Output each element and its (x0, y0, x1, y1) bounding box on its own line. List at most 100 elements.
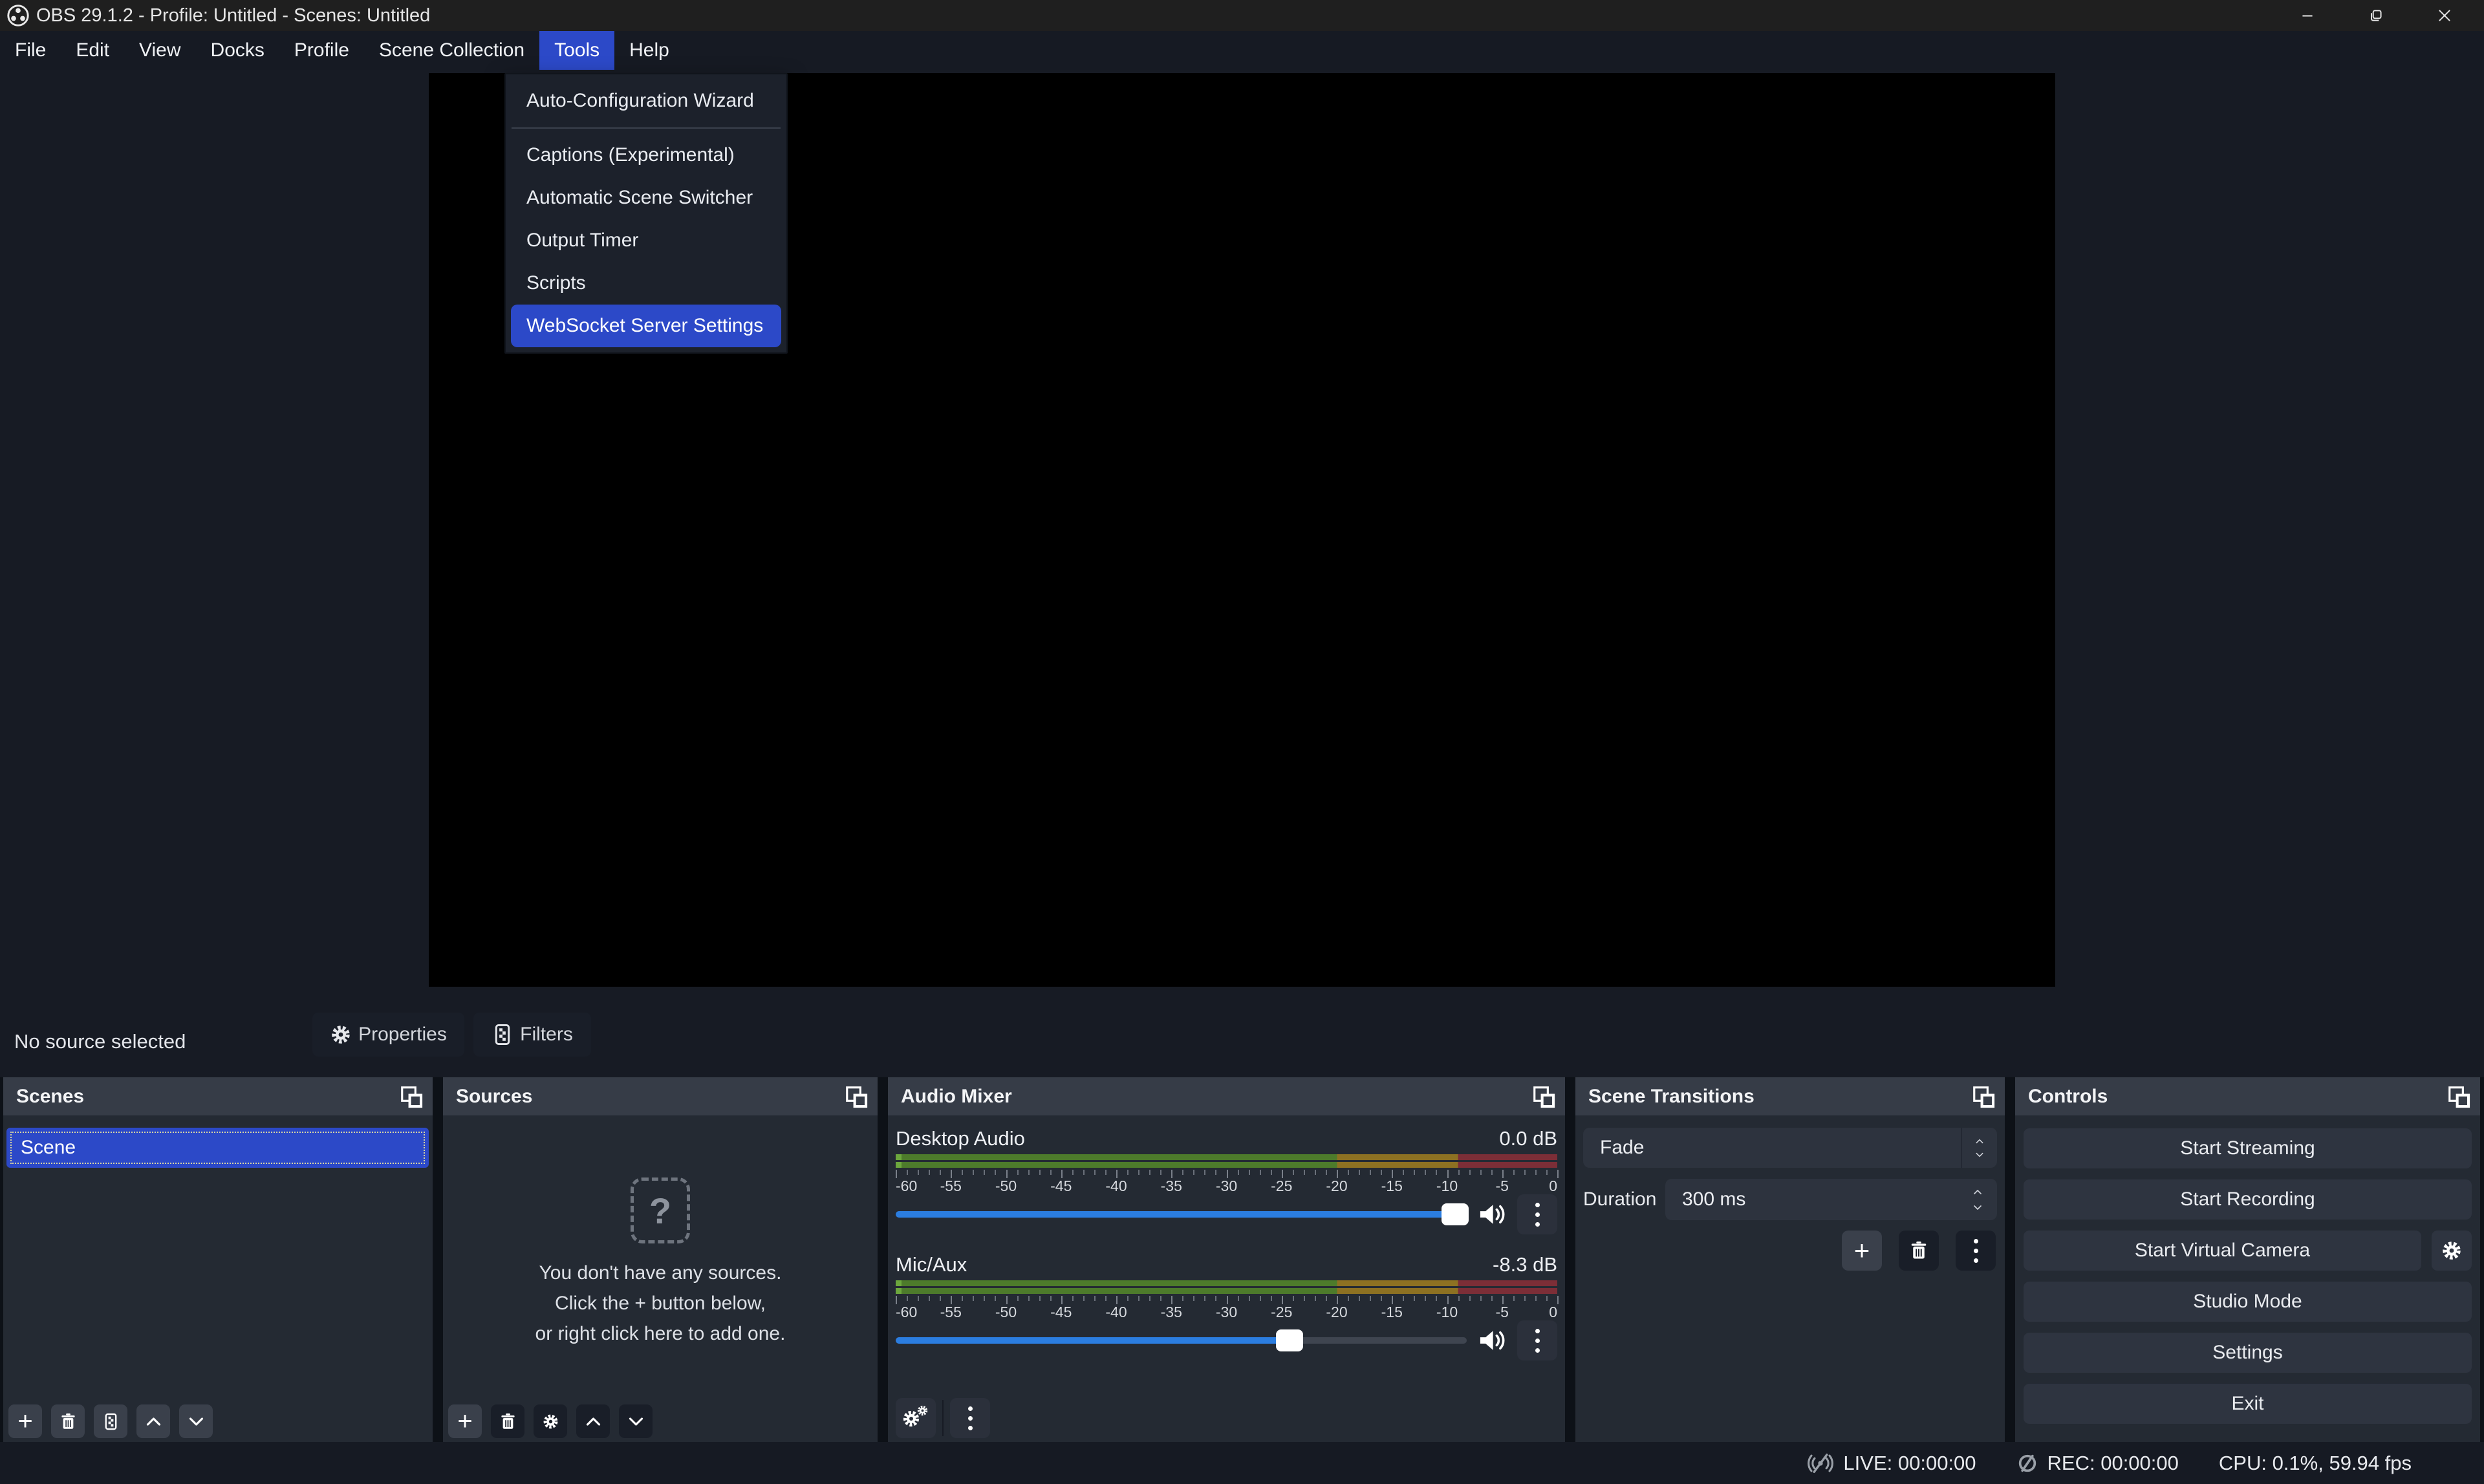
virtual-camera-settings-button[interactable] (2432, 1231, 2472, 1271)
exit-button[interactable]: Exit (2024, 1384, 2472, 1424)
plus-icon: + (17, 1408, 32, 1434)
move-scene-down-button[interactable] (179, 1404, 213, 1438)
menubar: FileEditViewDocksProfileScene Collection… (0, 31, 2484, 70)
popout-icon[interactable] (844, 1084, 869, 1109)
menubar-item-scene-collection[interactable]: Scene Collection (364, 31, 539, 70)
meter-scale: -60-55-50-45-40-35-30-25-20-15-10-50 (896, 1296, 1557, 1320)
mixer-options-button[interactable] (950, 1398, 990, 1438)
transition-selected-value: Fade (1583, 1137, 1961, 1159)
filters-button[interactable]: Filters (473, 1013, 591, 1057)
scenes-list: Scene + (3, 1115, 433, 1442)
add-transition-button[interactable]: + (1842, 1231, 1882, 1271)
spin-up-icon[interactable] (1970, 1187, 1985, 1197)
sources-empty-line: You don't have any sources. (443, 1258, 878, 1288)
menu-item-websocket-server-settings[interactable]: WebSocket Server Settings (511, 305, 781, 347)
question-mark-icon: ? (631, 1178, 690, 1243)
channel-options-button[interactable] (1517, 1194, 1557, 1234)
live-inactive-icon (1807, 1452, 1834, 1475)
sources-empty-line: or right click here to add one. (443, 1318, 878, 1349)
speaker-icon[interactable] (1477, 1201, 1507, 1227)
volume-slider[interactable] (896, 1322, 1467, 1359)
menu-item-auto-configuration-wizard[interactable]: Auto-Configuration Wizard (511, 80, 781, 122)
popout-icon[interactable] (2446, 1084, 2471, 1109)
channel-options-button[interactable] (1517, 1320, 1557, 1360)
cpu-fps-stats: CPU: 0.1%, 59.94 fps (2219, 1452, 2412, 1475)
mixer-channel-desktop-audio: Desktop Audio 0.0 dB -60-55-50-45-40-35-… (896, 1124, 1557, 1233)
move-scene-up-button[interactable] (136, 1404, 170, 1438)
start-virtual-camera-button[interactable]: Start Virtual Camera (2024, 1231, 2421, 1271)
popout-icon[interactable] (1531, 1084, 1556, 1109)
menubar-item-docks[interactable]: Docks (196, 31, 279, 70)
window-title: OBS 29.1.2 - Profile: Untitled - Scenes:… (36, 5, 430, 27)
controls-body: Start Streaming Start Recording Start Vi… (2015, 1115, 2480, 1442)
rec-inactive-icon (2016, 1452, 2038, 1474)
menu-separator (512, 127, 781, 129)
sources-empty-line: Click the + button below, (443, 1288, 878, 1318)
properties-button[interactable]: Properties (312, 1013, 464, 1057)
channel-name: Mic/Aux (896, 1253, 967, 1276)
menu-item-output-timer[interactable]: Output Timer (511, 219, 781, 262)
controls-panel: Controls Start Streaming Start Recording… (2015, 1077, 2480, 1442)
chevron-down-icon (188, 1413, 205, 1430)
speaker-icon[interactable] (1477, 1328, 1507, 1353)
remove-scene-button[interactable] (51, 1404, 85, 1438)
start-streaming-button[interactable]: Start Streaming (2024, 1128, 2472, 1168)
gear-icon (330, 1024, 352, 1046)
move-source-down-button (619, 1404, 653, 1438)
menubar-item-profile[interactable]: Profile (279, 31, 364, 70)
minimize-button[interactable] (2273, 0, 2342, 31)
remove-source-button (491, 1404, 524, 1438)
volume-slider[interactable] (896, 1196, 1467, 1233)
transition-select-arrows[interactable] (1961, 1128, 1997, 1168)
popout-icon[interactable] (399, 1084, 424, 1109)
scenes-panel-header: Scenes (3, 1077, 433, 1115)
menubar-item-tools[interactable]: Tools (539, 31, 614, 70)
chevron-down-icon (1973, 1150, 1986, 1159)
sources-panel: Sources ? You don't have any sources.Cli… (443, 1077, 878, 1442)
rec-status: REC: 00:00:00 (2016, 1452, 2179, 1475)
volume-meter (896, 1280, 1557, 1294)
menu-item-automatic-scene-switcher[interactable]: Automatic Scene Switcher (511, 177, 781, 219)
chevron-up-icon (1973, 1137, 1986, 1146)
close-button[interactable] (2410, 0, 2479, 31)
start-recording-button[interactable]: Start Recording (2024, 1179, 2472, 1220)
docks-row: Scenes Scene + Sources (0, 1077, 2484, 1442)
add-scene-button[interactable]: + (8, 1404, 42, 1438)
context-bar: No source selected Properties Filters (0, 1006, 2484, 1077)
volume-slider-handle[interactable] (1442, 1203, 1469, 1225)
settings-button[interactable]: Settings (2024, 1333, 2472, 1373)
advanced-audio-properties-button[interactable] (896, 1398, 936, 1438)
filter-icon (102, 1413, 120, 1430)
filter-icon (491, 1024, 513, 1046)
volume-slider-handle[interactable] (1276, 1329, 1303, 1351)
transition-select[interactable]: Fade (1583, 1128, 1997, 1168)
spin-down-icon[interactable] (1970, 1203, 1985, 1212)
sources-toolbar: + (448, 1404, 653, 1438)
popout-icon[interactable] (1971, 1084, 1996, 1109)
mixer-channel-mic-aux: Mic/Aux -8.3 dB -60-55-50-45-40-35-30-25… (896, 1250, 1557, 1359)
restore-button[interactable] (2342, 0, 2410, 31)
filters-button-label: Filters (520, 1024, 573, 1046)
studio-mode-button[interactable]: Studio Mode (2024, 1282, 2472, 1322)
chevron-up-icon (145, 1413, 162, 1430)
menubar-item-help[interactable]: Help (614, 31, 684, 70)
scene-filters-button[interactable] (94, 1404, 127, 1438)
duration-spinbox[interactable]: 300 ms (1665, 1179, 1997, 1220)
source-status-text: No source selected (14, 1006, 186, 1077)
plus-icon: + (1854, 1237, 1870, 1264)
obs-logo-icon (6, 4, 30, 27)
transition-options-button[interactable] (1956, 1231, 1996, 1271)
menu-item-scripts[interactable]: Scripts (511, 262, 781, 305)
menubar-item-edit[interactable]: Edit (61, 31, 124, 70)
audio-mixer-panel-title: Audio Mixer (901, 1086, 1012, 1108)
live-status: LIVE: 00:00:00 (1807, 1452, 1976, 1475)
plus-icon: + (457, 1408, 472, 1434)
trash-icon (499, 1413, 517, 1430)
menubar-item-file[interactable]: File (0, 31, 61, 70)
scene-transitions-body: Fade Duration 300 ms (1575, 1115, 2005, 1442)
menu-item-captions-experimental[interactable]: Captions (Experimental) (511, 134, 781, 177)
add-source-button[interactable]: + (448, 1404, 482, 1438)
gear-icon (542, 1413, 559, 1430)
menubar-item-view[interactable]: View (124, 31, 195, 70)
scene-list-item[interactable]: Scene (6, 1128, 429, 1168)
